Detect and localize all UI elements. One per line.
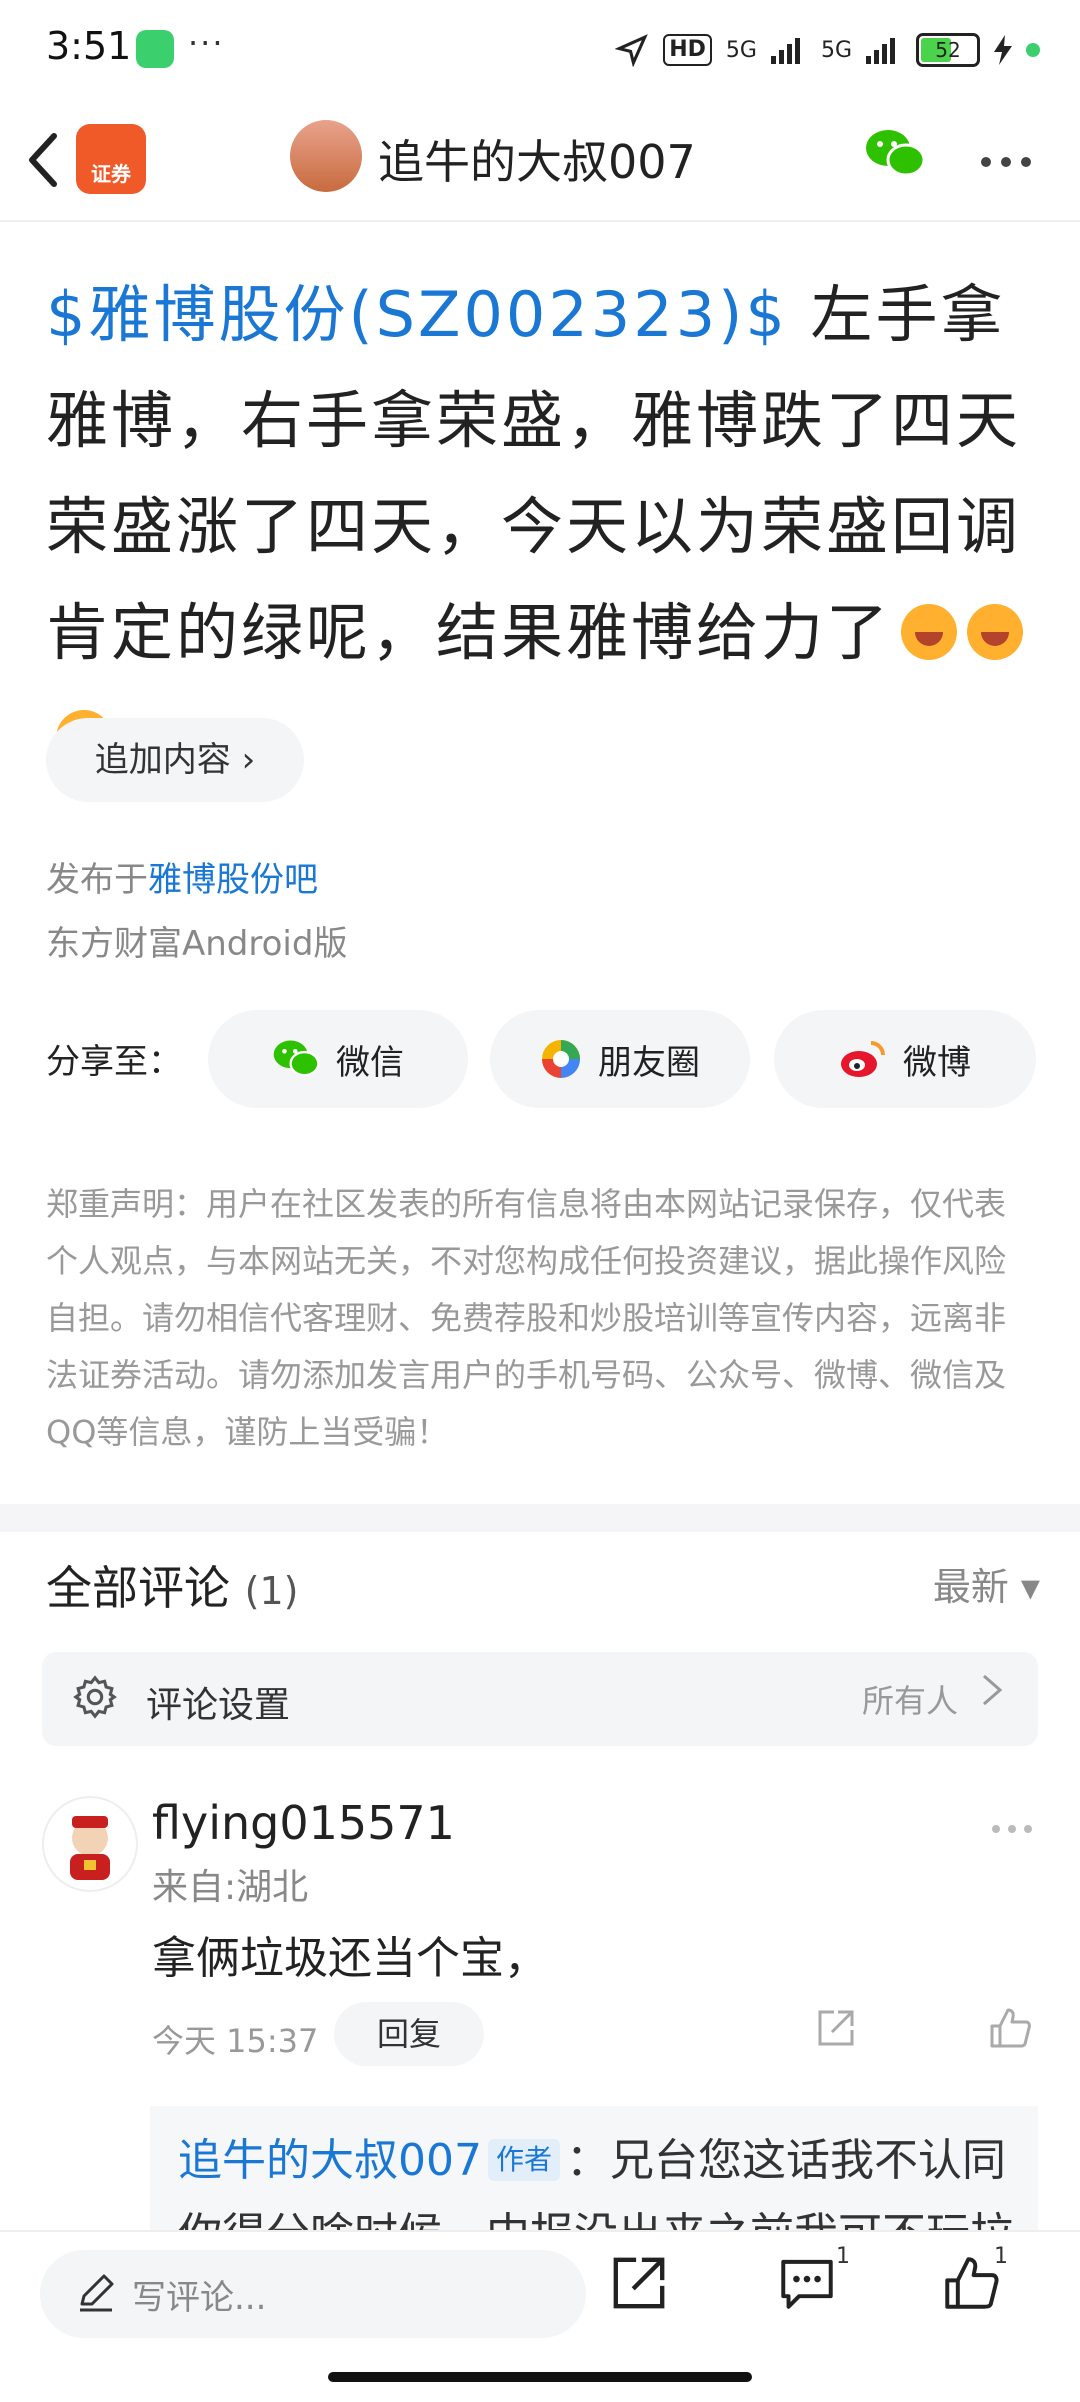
app-badge-label: 证券 <box>91 162 131 186</box>
charging-bolt-icon <box>994 35 1012 65</box>
signal-bars-icon-2 <box>866 38 895 64</box>
comment-settings-value: 所有人 <box>861 1682 958 1720</box>
comment-text: 拿俩垃圾还当个宝， <box>152 1933 548 1984</box>
comment-share-button[interactable] <box>816 2008 856 2052</box>
comment-input-placeholder: 写评论... <box>132 2278 267 2318</box>
laughing-emoji-icon <box>901 604 958 660</box>
app-logo-badge[interactable]: 证券 <box>76 124 146 194</box>
add-content-button[interactable]: 追加内容 › <box>46 718 304 802</box>
gear-icon <box>72 1674 118 1724</box>
author-reply-name[interactable]: 追牛的大叔007 <box>178 2135 482 2186</box>
share-moments-label: 朋友圈 <box>598 1042 700 1083</box>
signal-bars-icon <box>770 38 800 64</box>
comment-time: 今天 15:37 <box>152 2022 319 2060</box>
like-button[interactable] <box>942 2254 1000 2316</box>
comment-bubble-icon <box>781 2259 833 2309</box>
more-dots-icon <box>981 157 1031 167</box>
status-time: 3:51 <box>46 24 132 68</box>
share-label: 分享至： <box>46 1042 182 1082</box>
top-nav-bar: 证券 追牛的大叔007 <box>0 110 1080 222</box>
more-options-button[interactable] <box>978 132 1034 183</box>
wechat-share-button[interactable] <box>864 128 926 184</box>
author-name[interactable]: 追牛的大叔007 <box>378 126 696 192</box>
like-count-badge: 1 <box>994 2244 1008 2269</box>
share-weibo-label: 微博 <box>903 1042 971 1083</box>
phone-call-icon <box>136 30 174 68</box>
moments-icon <box>542 1040 580 1078</box>
published-in: 发布于雅博股份吧 <box>46 852 318 901</box>
chevron-right-icon <box>980 1668 1004 1723</box>
author-reply[interactable]: 追牛的大叔007作者：兄台您这话我不认同你得分啥时候，中报没出来之前我可不玩拉 <box>150 2106 1038 2230</box>
battery-level: 52 <box>935 38 961 62</box>
commenter-name[interactable]: flying015571 <box>152 1796 455 1850</box>
thumbs-up-icon <box>990 2008 1031 2048</box>
thumbs-up-icon <box>945 2257 999 2309</box>
battery-icon: 52 <box>916 33 980 67</box>
wechat-icon <box>866 130 926 177</box>
forum-link[interactable]: 雅博股份吧 <box>148 860 318 900</box>
share-weibo-button[interactable]: 微博 <box>774 1010 1036 1108</box>
section-divider <box>0 1504 1080 1532</box>
pencil-icon <box>74 2270 118 2318</box>
comment-input[interactable]: 写评论... <box>40 2250 586 2338</box>
share-external-icon <box>818 2010 854 2046</box>
home-indicator[interactable] <box>328 2372 752 2382</box>
back-button[interactable] <box>24 130 60 202</box>
post-content: $雅博股份(SZ002323)$ 左手拿雅博，右手拿荣盛，雅博跌了四天荣盛涨了四… <box>46 262 1036 792</box>
comments-count-badge: 1 <box>836 2244 850 2269</box>
signal-5g-icon: 5G <box>725 37 757 63</box>
post-device: 东方财富Android版 <box>46 924 348 964</box>
comment-more-button[interactable] <box>990 1806 1034 1844</box>
sort-dropdown[interactable]: 最新 ▾ <box>933 1556 1040 1611</box>
published-prefix: 发布于 <box>46 860 148 900</box>
share-wechat-button[interactable]: 微信 <box>208 1010 468 1108</box>
weibo-icon <box>841 1041 885 1077</box>
author-reply-text: 追牛的大叔007作者：兄台您这话我不认同你得分啥时候，中报没出来之前我可不玩拉 <box>178 2124 1018 2230</box>
signal-5g-icon-2: 5G <box>820 37 852 63</box>
disclaimer-text: 郑重声明：用户在社区发表的所有信息将由本网站记录保存，仅代表个人观点，与本网站无… <box>46 1185 1007 1451</box>
author-avatar[interactable] <box>290 120 362 192</box>
hd-icon: HD <box>663 34 712 66</box>
comments-heading: 全部评论 (1) <box>46 1552 298 1618</box>
chevron-left-icon <box>29 133 57 187</box>
author-badge: 作者 <box>487 2139 560 2181</box>
share-moments-button[interactable]: 朋友圈 <box>490 1010 750 1108</box>
share-button[interactable] <box>610 2254 668 2316</box>
commenter-avatar[interactable] <box>42 1796 138 1892</box>
stock-tag-link[interactable]: $雅博股份(SZ002323)$ <box>46 278 788 351</box>
comments-title: 全部评论 <box>46 1561 230 1615</box>
comments-button[interactable] <box>778 2254 836 2316</box>
reply-button[interactable]: 回复 <box>334 2002 484 2066</box>
status-icons: HD 5G 5G 52 <box>615 28 1040 72</box>
commenter-location: 来自:湖北 <box>152 1867 309 1908</box>
laughing-emoji-icon <box>967 604 1024 660</box>
comment-settings-label: 评论设置 <box>146 1685 291 1726</box>
more-dots-icon <box>992 1825 1032 1833</box>
wechat-icon <box>273 1040 320 1077</box>
share-wechat-label: 微信 <box>336 1042 404 1083</box>
location-arrow-icon <box>615 34 649 67</box>
privacy-dot-icon <box>1026 43 1040 57</box>
share-external-icon <box>613 2257 665 2309</box>
comment-settings-row[interactable]: 评论设置 所有人 <box>42 1652 1038 1746</box>
comment-like-button[interactable] <box>988 2006 1032 2054</box>
comments-count: (1) <box>244 1569 299 1613</box>
status-bar: 3:51 ··· HD 5G 5G 52 <box>0 0 1080 100</box>
status-more-dots: ··· <box>188 24 225 62</box>
